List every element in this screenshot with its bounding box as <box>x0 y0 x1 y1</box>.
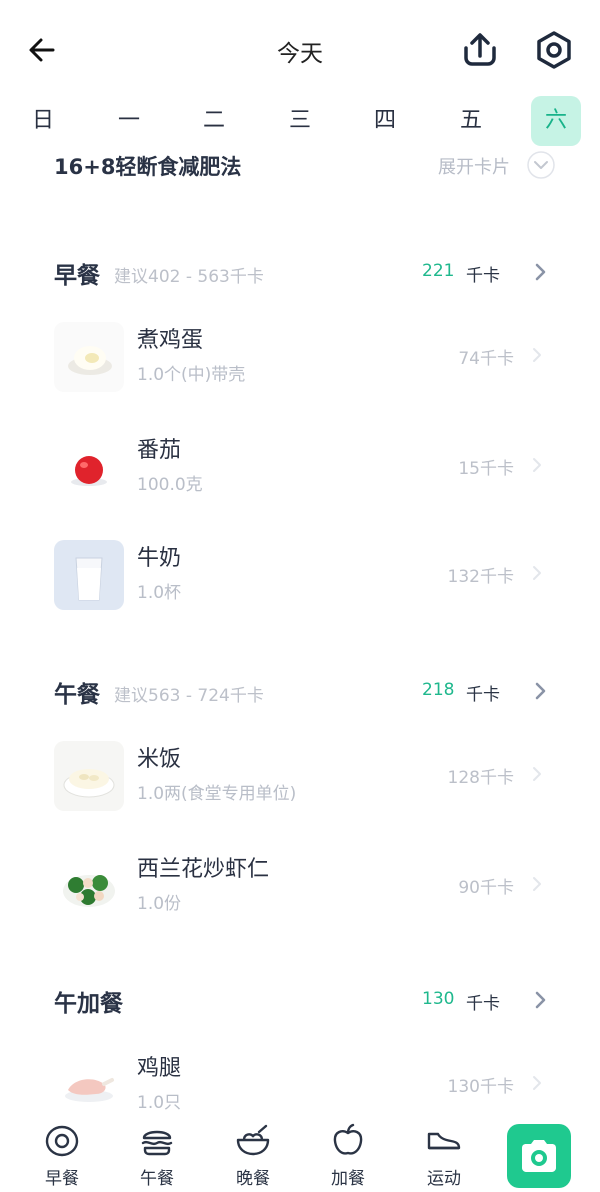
chevron-down-icon[interactable] <box>526 150 556 180</box>
settings-button[interactable] <box>532 28 576 72</box>
tab-label: 早餐 <box>45 1169 79 1189</box>
chevron-right-icon <box>535 682 546 700</box>
burger-icon <box>141 1130 173 1156</box>
egg-icon <box>45 1125 79 1157</box>
food-name: 鸡腿 <box>137 1056 182 1081</box>
plan-title: 16+8轻断食减肥法 <box>54 155 242 179</box>
tab-label: 午餐 <box>140 1169 174 1189</box>
food-item-boiled-egg[interactable]: 煮鸡蛋 1.0个(中)带壳 74千卡 <box>0 316 600 400</box>
food-item-broccoli-shrimp[interactable]: 西兰花炒虾仁 1.0份 90千卡 <box>0 845 600 929</box>
food-item-rice[interactable]: 米饭 1.0两(食堂专用单位) 128千卡 <box>0 735 600 819</box>
weekday-thu[interactable]: 四 <box>360 96 410 146</box>
meal-kcal-unit: 千卡 <box>466 994 500 1014</box>
weekday-wed[interactable]: 三 <box>275 96 325 146</box>
food-quantity: 1.0个(中)带壳 <box>137 365 246 385</box>
chevron-right-icon <box>533 767 541 781</box>
meal-name: 早餐 <box>54 263 100 289</box>
shoe-icon <box>427 1132 461 1150</box>
camera-icon <box>522 1140 556 1172</box>
bottom-tab-bar: 早餐 午餐 晚餐 加餐 运动 <box>0 1110 600 1192</box>
food-image-milk <box>54 540 124 610</box>
meal-header-lunch[interactable]: 午餐 建议563 - 724千卡 218 千卡 <box>0 669 600 713</box>
tab-label: 晚餐 <box>236 1169 270 1189</box>
bowl-icon <box>236 1124 270 1156</box>
tab-snack[interactable]: 加餐 <box>308 1120 388 1190</box>
weekday-sat[interactable]: 六 <box>531 96 581 146</box>
expand-card-button[interactable]: 展开卡片 <box>438 153 510 179</box>
chevron-right-icon <box>533 1076 541 1090</box>
chevron-right-icon <box>535 263 546 281</box>
food-item-tomato[interactable]: 番茄 100.0克 15千卡 <box>0 426 600 510</box>
food-quantity: 100.0克 <box>137 475 203 495</box>
meal-name: 午餐 <box>54 682 100 708</box>
camera-button[interactable] <box>507 1124 571 1188</box>
chevron-right-icon <box>533 348 541 362</box>
food-name: 番茄 <box>137 438 182 463</box>
meal-header-breakfast[interactable]: 早餐 建议402 - 563千卡 221 千卡 <box>0 250 600 294</box>
food-quantity: 1.0份 <box>137 894 182 914</box>
food-kcal: 130千卡 <box>447 1077 514 1097</box>
weekday-tue[interactable]: 二 <box>189 96 239 146</box>
food-kcal: 74千卡 <box>458 349 514 369</box>
meal-kcal: 218 <box>422 680 455 700</box>
meal-suggestion: 建议402 - 563千卡 <box>114 267 264 287</box>
page-title: 今天 <box>277 41 323 67</box>
tab-dinner[interactable]: 晚餐 <box>213 1120 293 1190</box>
food-name: 米饭 <box>137 747 182 772</box>
meal-kcal-unit: 千卡 <box>466 685 500 705</box>
food-kcal: 132千卡 <box>447 567 514 587</box>
food-name: 牛奶 <box>137 546 182 571</box>
apple-icon <box>333 1123 363 1155</box>
meal-header-afternoon-snack[interactable]: 午加餐 130 千卡 <box>0 978 600 1022</box>
hexagon-settings-icon <box>537 31 571 69</box>
food-kcal: 15千卡 <box>458 459 514 479</box>
food-quantity: 1.0杯 <box>137 583 182 603</box>
chevron-right-icon <box>533 458 541 472</box>
food-name: 西兰花炒虾仁 <box>137 857 270 882</box>
tab-breakfast[interactable]: 早餐 <box>22 1120 102 1190</box>
tab-lunch[interactable]: 午餐 <box>117 1120 197 1190</box>
food-image-rice <box>54 741 124 811</box>
food-quantity: 1.0两(食堂专用单位) <box>137 784 297 804</box>
tab-label: 运动 <box>427 1169 461 1189</box>
food-item-milk[interactable]: 牛奶 1.0杯 132千卡 <box>0 534 600 618</box>
food-image-broccoli-shrimp <box>54 851 124 921</box>
food-name: 煮鸡蛋 <box>137 328 204 353</box>
weekday-fri[interactable]: 五 <box>446 96 496 146</box>
top-bar: 今天 <box>0 0 600 100</box>
meal-kcal: 221 <box>422 261 455 281</box>
meal-kcal: 130 <box>422 989 455 1009</box>
meal-name: 午加餐 <box>54 991 123 1017</box>
chevron-right-icon <box>535 991 546 1009</box>
food-image-boiled-egg <box>54 322 124 392</box>
tab-label: 加餐 <box>331 1169 365 1189</box>
diet-plan-row: 16+8轻断食减肥法 展开卡片 <box>0 145 600 185</box>
tab-exercise[interactable]: 运动 <box>404 1120 484 1190</box>
chevron-right-icon <box>533 877 541 891</box>
meal-suggestion: 建议563 - 724千卡 <box>114 686 264 706</box>
chevron-right-icon <box>533 566 541 580</box>
upload-icon <box>464 33 496 66</box>
food-kcal: 128千卡 <box>447 768 514 788</box>
weekday-mon[interactable]: 一 <box>104 96 154 146</box>
food-image-tomato <box>54 432 124 502</box>
share-button[interactable] <box>458 28 502 72</box>
meal-kcal-unit: 千卡 <box>466 266 500 286</box>
food-kcal: 90千卡 <box>458 878 514 898</box>
weekday-selector: 日 一 二 三 四 五 六 <box>0 96 600 146</box>
weekday-sun[interactable]: 日 <box>18 96 68 146</box>
